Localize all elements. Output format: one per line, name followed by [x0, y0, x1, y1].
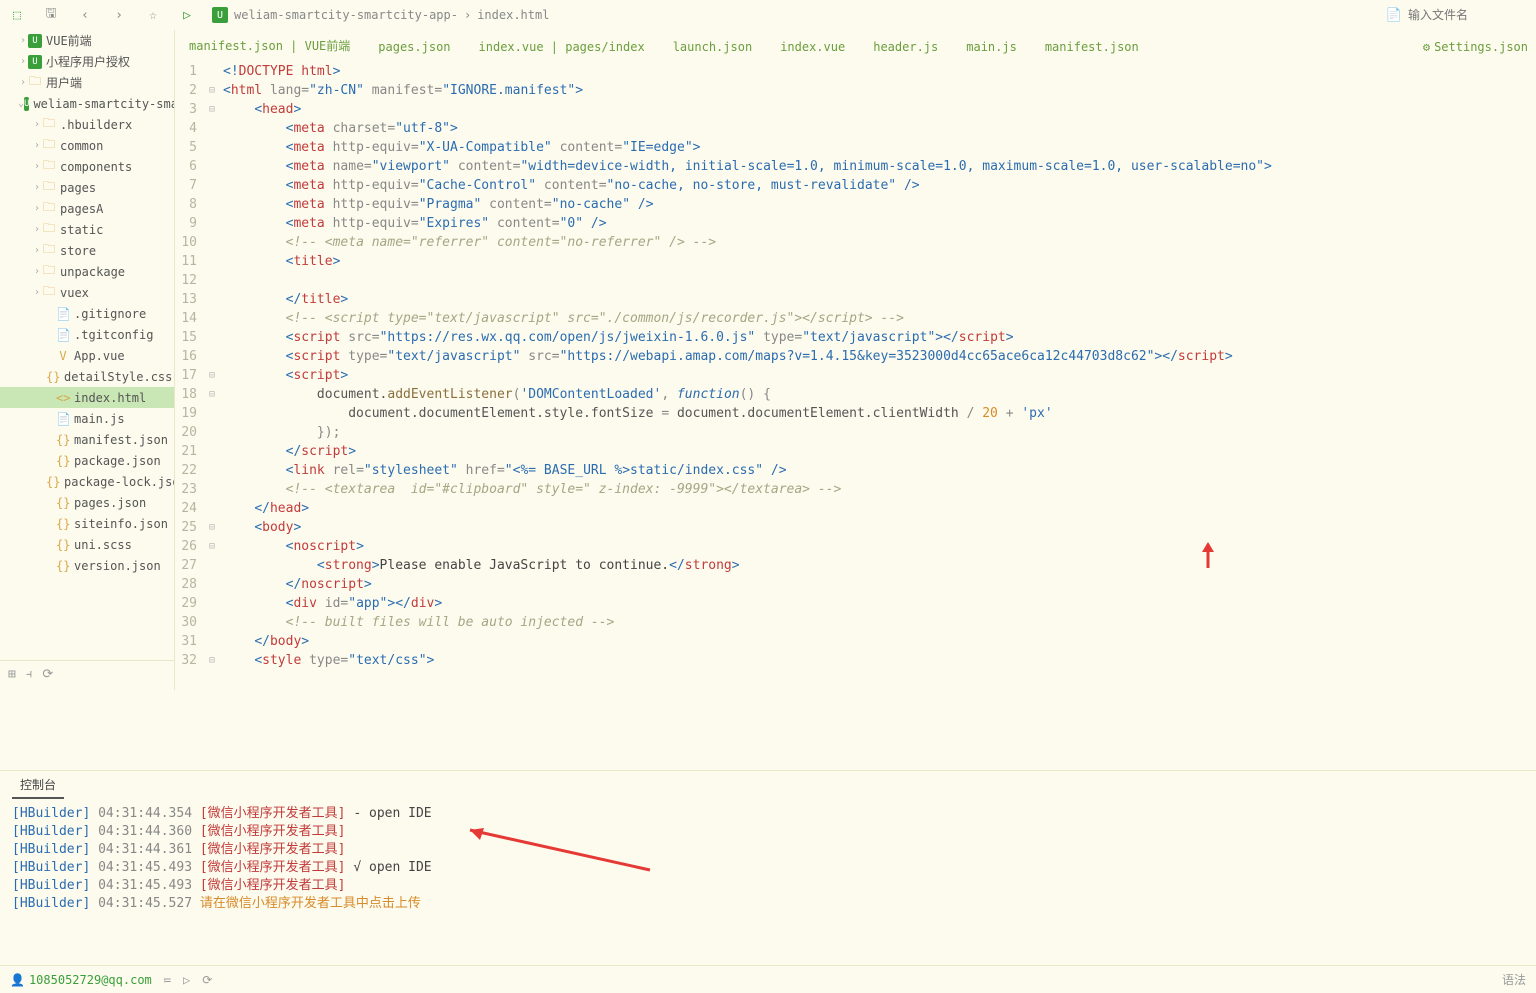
- file-item[interactable]: <>index.html: [0, 387, 174, 408]
- folder-item[interactable]: ›🗀unpackage: [0, 261, 174, 282]
- folder-item[interactable]: ›🗀store: [0, 240, 174, 261]
- folder-item[interactable]: ›🗀components: [0, 156, 174, 177]
- editor-tab[interactable]: ⚙ Settings.json: [1409, 34, 1536, 62]
- editor-tab[interactable]: index.vue | pages/index: [465, 34, 659, 62]
- project-item[interactable]: ›UVUE前端: [0, 30, 174, 51]
- log-line: [HBuilder] 04:31:44.354 [微信小程序开发者工具] - o…: [12, 805, 1524, 823]
- editor-tabs: manifest.json | VUE前端pages.jsonindex.vue…: [175, 30, 1536, 62]
- fold-gutter[interactable]: ⊟⊟⊟⊟⊟⊟⊟: [205, 62, 219, 690]
- forward-icon[interactable]: ›: [110, 6, 128, 24]
- log-line: [HBuilder] 04:31:44.360 [微信小程序开发者工具]: [12, 823, 1524, 841]
- project-item[interactable]: ›U小程序用户授权: [0, 51, 174, 72]
- editor-tab[interactable]: header.js: [859, 34, 952, 62]
- log-line: [HBuilder] 04:31:44.361 [微信小程序开发者工具]: [12, 841, 1524, 859]
- project-icon: U: [212, 7, 228, 23]
- folder-item[interactable]: ›🗀common: [0, 135, 174, 156]
- editor-tab[interactable]: launch.json: [659, 34, 766, 62]
- editor-tab[interactable]: main.js: [952, 34, 1031, 62]
- file-item[interactable]: 📄.tgitconfig: [0, 324, 174, 345]
- file-item[interactable]: {}package-lock.json: [0, 471, 174, 492]
- folder-item[interactable]: ›🗀pages: [0, 177, 174, 198]
- file-explorer: ›UVUE前端›U小程序用户授权›🗀用户端 ⌄Uweliam-smartcity…: [0, 30, 175, 690]
- log-line: [HBuilder] 04:31:45.493 [微信小程序开发者工具] √ o…: [12, 859, 1524, 877]
- editor-tab[interactable]: pages.json: [364, 34, 464, 62]
- console-tabs: 控制台: [0, 771, 1536, 799]
- breadcrumb-sep: ›: [464, 8, 471, 22]
- file-item[interactable]: {}manifest.json: [0, 429, 174, 450]
- code-editor[interactable]: 1234567891011121314151617181920212223242…: [175, 62, 1536, 690]
- log-line: [HBuilder] 04:31:45.527 请在微信小程序开发者工具中点击上…: [12, 895, 1524, 913]
- project-item[interactable]: ›🗀用户端: [0, 72, 174, 93]
- status-icon-1[interactable]: ≔: [164, 973, 171, 987]
- search-input[interactable]: [1408, 8, 1528, 22]
- console-tab[interactable]: 控制台: [12, 772, 64, 799]
- folder-item[interactable]: ›🗀static: [0, 219, 174, 240]
- folder-item[interactable]: ›🗀pagesA: [0, 198, 174, 219]
- breadcrumb-proj[interactable]: weliam-smartcity-smartcity-app-: [234, 8, 458, 22]
- syntax-label[interactable]: 语法: [1502, 971, 1526, 988]
- play-icon[interactable]: ▷: [178, 6, 196, 24]
- line-gutter: 1234567891011121314151617181920212223242…: [175, 62, 205, 690]
- tool-icon-2[interactable]: ⫞: [26, 667, 33, 682]
- user-account[interactable]: 👤 1085052729@qq.com: [10, 973, 152, 987]
- sidebar-toolbar: ⊞ ⫞ ⟳: [0, 660, 175, 688]
- save-icon[interactable]: 🖫: [42, 6, 60, 24]
- project-root[interactable]: ⌄Uweliam-smartcity-smart...: [0, 93, 174, 114]
- folder-item[interactable]: ›🗀vuex: [0, 282, 174, 303]
- file-item[interactable]: VApp.vue: [0, 345, 174, 366]
- code-body[interactable]: <!DOCTYPE html><html lang="zh-CN" manife…: [219, 62, 1536, 690]
- editor-tab[interactable]: manifest.json: [1031, 34, 1153, 62]
- editor-tab[interactable]: index.vue: [766, 34, 859, 62]
- star-icon[interactable]: ☆: [144, 6, 162, 24]
- status-icon-3[interactable]: ⟳: [202, 973, 212, 987]
- file-search[interactable]: 📄: [1386, 8, 1528, 23]
- status-bar: 👤 1085052729@qq.com ≔ ▷ ⟳ 语法: [0, 965, 1536, 993]
- file-item[interactable]: {}pages.json: [0, 492, 174, 513]
- file-item[interactable]: {}uni.scss: [0, 534, 174, 555]
- user-icon: 👤: [10, 973, 25, 987]
- tool-icon-1[interactable]: ⊞: [8, 667, 16, 682]
- import-icon[interactable]: ⬚: [8, 6, 26, 24]
- gear-icon: ⚙: [1423, 40, 1430, 54]
- breadcrumb: U weliam-smartcity-smartcity-app- › inde…: [212, 7, 549, 23]
- folder-item[interactable]: ›🗀.hbuilderx: [0, 114, 174, 135]
- file-item[interactable]: 📄.gitignore: [0, 303, 174, 324]
- status-icon-2[interactable]: ▷: [183, 973, 190, 987]
- editor-tab[interactable]: manifest.json | VUE前端: [175, 31, 364, 62]
- console-panel: 控制台 [HBuilder] 04:31:44.354 [微信小程序开发者工具]…: [0, 770, 1536, 965]
- toolbar: ⬚ 🖫 ‹ › ☆ ▷ U weliam-smartcity-smartcity…: [0, 0, 1536, 30]
- tool-icon-3[interactable]: ⟳: [42, 667, 53, 682]
- new-file-icon[interactable]: 📄: [1386, 8, 1402, 23]
- file-item[interactable]: {}package.json: [0, 450, 174, 471]
- back-icon[interactable]: ‹: [76, 6, 94, 24]
- console-output[interactable]: [HBuilder] 04:31:44.354 [微信小程序开发者工具] - o…: [0, 799, 1536, 965]
- editor-area: manifest.json | VUE前端pages.jsonindex.vue…: [175, 30, 1536, 690]
- file-item[interactable]: {}siteinfo.json: [0, 513, 174, 534]
- breadcrumb-file[interactable]: index.html: [477, 8, 549, 22]
- log-line: [HBuilder] 04:31:45.493 [微信小程序开发者工具]: [12, 877, 1524, 895]
- file-item[interactable]: {}detailStyle.css: [0, 366, 174, 387]
- file-item[interactable]: 📄main.js: [0, 408, 174, 429]
- file-item[interactable]: {}version.json: [0, 555, 174, 576]
